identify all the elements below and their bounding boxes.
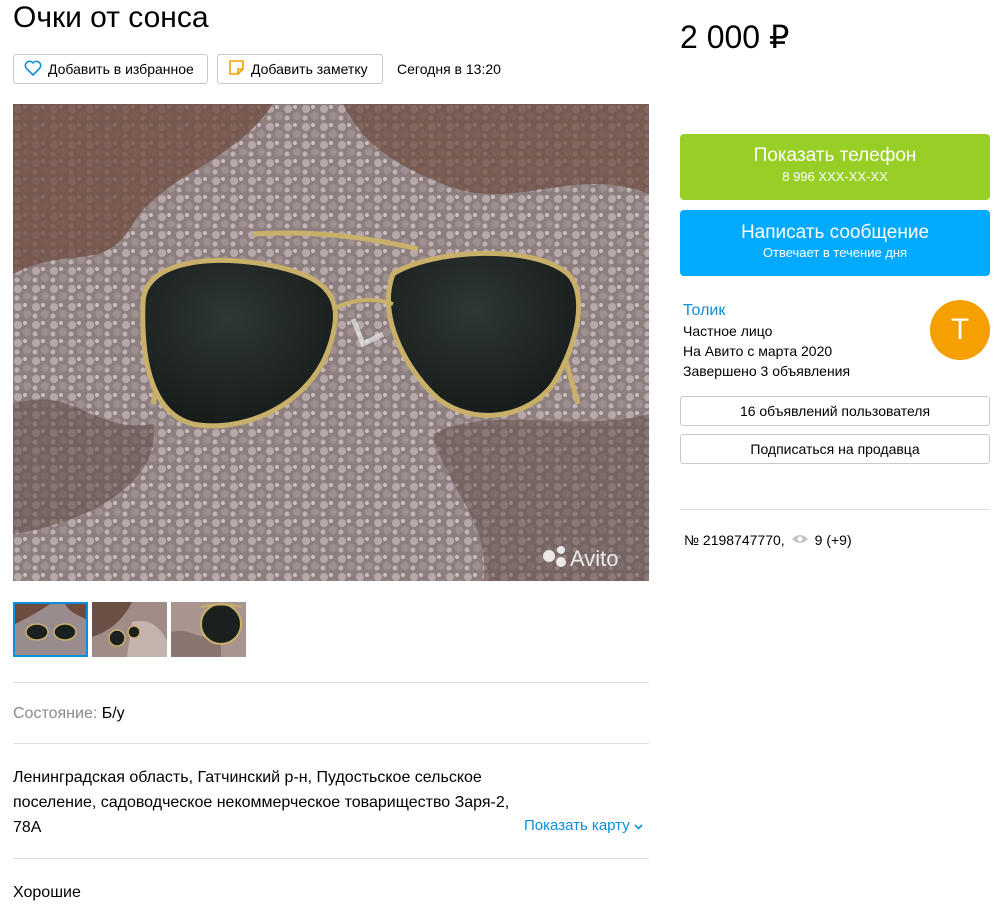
divider — [13, 682, 649, 683]
seller-type: Частное лицо — [683, 323, 773, 339]
price: 2 000 ₽ — [680, 19, 790, 55]
add-note-button[interactable]: Добавить заметку — [217, 54, 383, 84]
condition-label: Состояние: — [13, 705, 98, 722]
listing-number: № 2198747770, — [684, 532, 785, 548]
eye-icon — [791, 532, 809, 548]
phone-masked: 8 996 XXX-XX-XX — [782, 169, 888, 184]
condition-row: Состояние: Б/у — [13, 704, 125, 724]
show-phone-label: Показать телефон — [753, 145, 917, 166]
seller-listings-button[interactable]: 16 объявлений пользователя — [680, 396, 990, 426]
subscribe-seller-button[interactable]: Подписаться на продавца — [680, 434, 990, 464]
thumbnail-3[interactable] — [171, 602, 246, 657]
write-message-button[interactable]: Написать сообщение Отвечает в течение дн… — [680, 210, 990, 276]
add-to-favorites-label: Добавить в избранное — [48, 61, 194, 77]
divider — [13, 743, 649, 744]
chevron-down-icon — [634, 817, 643, 834]
thumbnail-2[interactable] — [92, 602, 167, 657]
add-to-favorites-button[interactable]: Добавить в избранное — [13, 54, 208, 84]
avatar[interactable]: Т — [930, 300, 990, 360]
seller-completed: Завершено 3 объявления — [683, 363, 851, 379]
main-photo[interactable]: Avito — [13, 104, 649, 581]
write-message-label: Написать сообщение — [740, 222, 930, 243]
show-phone-button[interactable]: Показать телефон 8 996 XXX-XX-XX — [680, 134, 990, 200]
heart-icon — [24, 60, 42, 79]
reply-time: Отвечает в течение дня — [762, 245, 908, 260]
listing-stats: № 2198747770, 9 (+9) — [684, 532, 852, 548]
seller-name-link[interactable]: Толик — [683, 302, 725, 320]
avito-watermark: Avito — [570, 546, 619, 571]
condition-value: Б/у — [101, 705, 125, 722]
views-count: 9 (+9) — [814, 532, 852, 548]
show-map-label: Показать карту — [524, 817, 630, 834]
listing-title: Очки от сонса — [13, 1, 209, 34]
divider — [13, 858, 649, 859]
note-icon — [228, 59, 245, 79]
description-text: Хорошие — [13, 884, 81, 901]
divider — [680, 509, 990, 510]
add-note-label: Добавить заметку — [251, 61, 368, 77]
address: Ленинградская область, Гатчинский р-н, П… — [13, 769, 510, 836]
show-map-link[interactable]: Показать карту — [524, 817, 643, 834]
thumbnail-1[interactable] — [13, 602, 88, 657]
seller-since: На Авито с марта 2020 — [683, 343, 833, 359]
published-date: Сегодня в 13:20 — [397, 61, 501, 77]
